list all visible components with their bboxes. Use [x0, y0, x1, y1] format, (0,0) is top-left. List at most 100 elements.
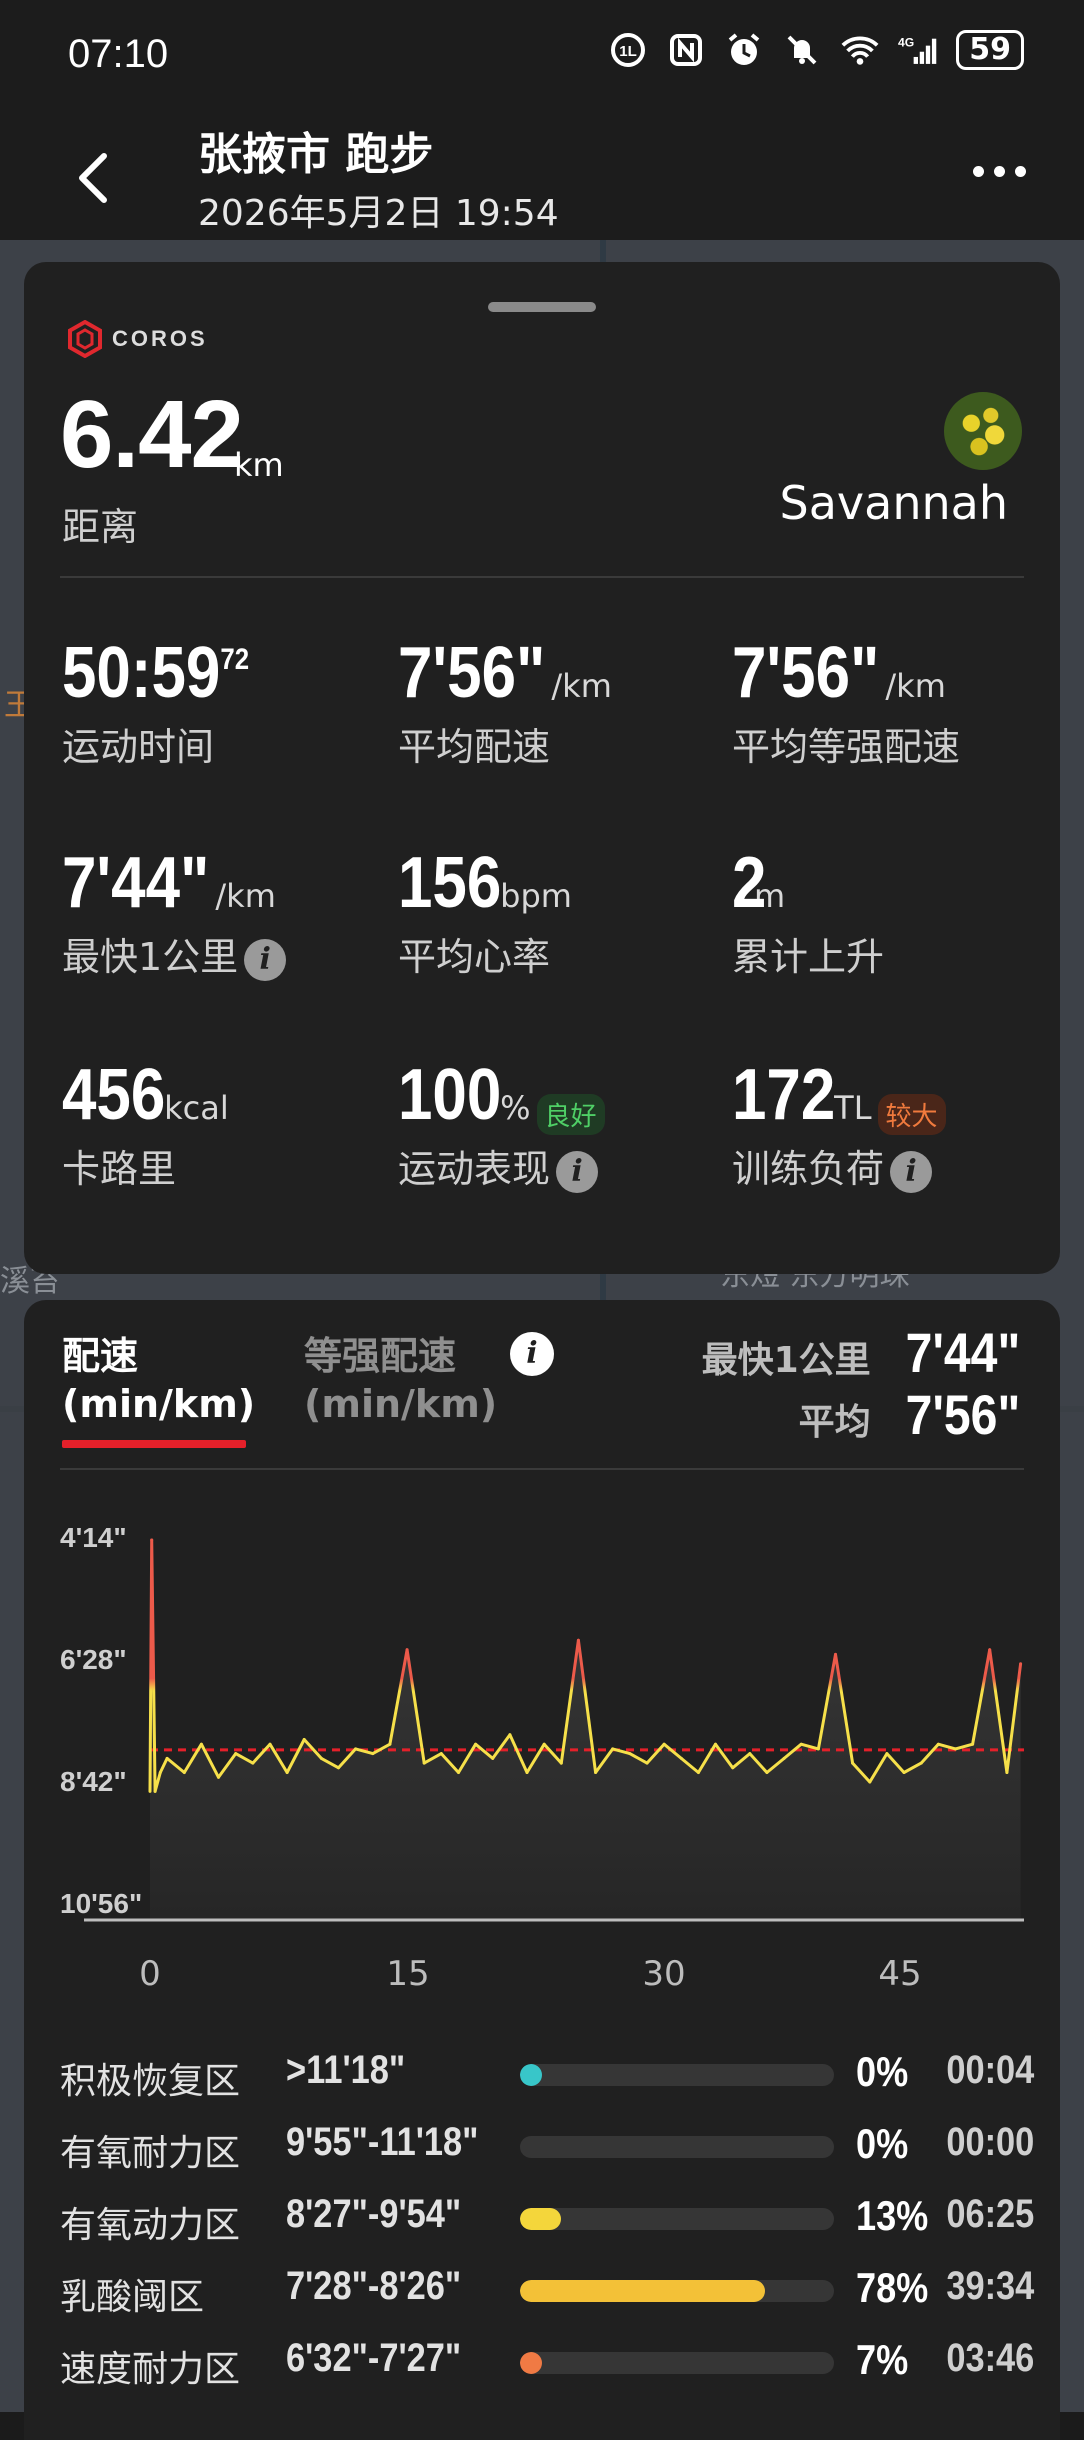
pace-point [491, 1756, 495, 1760]
tab-pace[interactable]: 配速 (min/km) [62, 1332, 255, 1428]
pace-point [457, 1771, 460, 1774]
status-icons: 1L 4G 59 [608, 30, 1024, 70]
divider [60, 576, 1024, 578]
pace-point [696, 1771, 700, 1774]
pace-point [645, 1761, 649, 1765]
back-button[interactable] [66, 148, 126, 208]
zone-row: 速度耐力区 6'32"-7'27" 7% 03:46 [60, 2336, 1050, 2390]
pace-point [628, 1752, 632, 1756]
pace-point [954, 1747, 957, 1751]
pace-point [576, 1638, 580, 1642]
alarm-icon [724, 30, 764, 70]
info-icon[interactable]: i [510, 1332, 554, 1376]
pace-point [611, 1747, 615, 1751]
metric-value: 7'44" [62, 843, 210, 923]
zone-row: 积极恢复区 >11'18" 0% 00:04 [60, 2048, 1050, 2102]
pace-point [150, 1538, 154, 1542]
pace-point [885, 1752, 889, 1756]
zone-row: 乳酸阈区 7'28"-8'26" 78% 39:34 [60, 2264, 1050, 2318]
metric-avg-grade-pace: 7'56"/km 平均等强配速 [732, 632, 960, 771]
pace-point [268, 1742, 272, 1746]
pace-point [594, 1771, 598, 1774]
tab-title: 配速 [62, 1334, 139, 1378]
status-badge: 较大 [877, 1094, 946, 1135]
more-options-button[interactable] [973, 166, 1026, 177]
mute-bell-icon [782, 30, 822, 70]
coros-hexagon-icon [68, 320, 102, 358]
x-tick-label: 15 [386, 1954, 430, 1994]
zone-range: 9'55"-11'18" [286, 2120, 479, 2164]
metric-value: 2 [732, 843, 767, 923]
metric-value: 172 [732, 1055, 836, 1135]
x-tick-label: 45 [878, 1954, 922, 1994]
metric-label: 最快1公里 i [62, 926, 287, 981]
user-name: Savannah [779, 476, 1008, 530]
pace-point [988, 1648, 992, 1652]
pace-area [150, 1540, 1021, 1920]
battery-indicator: 59 [956, 30, 1024, 70]
metric-value: 156 [398, 843, 502, 923]
active-tab-indicator [62, 1440, 246, 1448]
pace-point [679, 1756, 683, 1760]
zone-time: 39:34 [946, 2264, 1034, 2308]
metric-avg-pace: 7'56"/km 平均配速 [398, 632, 612, 771]
metric-label: 平均心率 [398, 935, 551, 979]
pace-point [748, 1752, 752, 1756]
pace-chart[interactable] [24, 1480, 1060, 1940]
zone-bar-fill [520, 2352, 542, 2374]
metric-label: 卡路里 [62, 1147, 177, 1191]
info-icon[interactable]: i [556, 1150, 599, 1193]
status-time: 07:10 [68, 32, 169, 76]
pace-point [199, 1742, 203, 1746]
info-icon[interactable]: i [890, 1150, 933, 1193]
zone-name: 有氧耐力区 [60, 2133, 241, 2174]
pace-point [285, 1771, 289, 1774]
pace-point [405, 1648, 409, 1652]
zone-name: 有氧动力区 [60, 2205, 241, 2246]
pace-point [182, 1771, 186, 1774]
tab-unit: (min/km) [62, 1382, 256, 1426]
more-dot-icon [973, 166, 984, 177]
metric-label: 平均配速 [398, 725, 551, 769]
zone-bar-fill [520, 2208, 561, 2230]
zone-time: 00:04 [946, 2048, 1034, 2092]
metric-value: 50:5972 [62, 633, 250, 713]
app-header: 张掖市 跑步 2026年5月2日 19:54 [0, 110, 1084, 240]
metric-avg-heart-rate: 156bpm 平均心率 [398, 842, 572, 981]
pace-point [851, 1761, 855, 1765]
metric-unit: /km [885, 667, 946, 705]
metric-value: 100 [398, 1055, 502, 1135]
zone-bar-fill [520, 2280, 765, 2302]
pace-point [371, 1752, 375, 1756]
pace-point [354, 1747, 358, 1751]
pace-point [662, 1742, 666, 1746]
fastest-km-summary: 最快1公里 7'44" [702, 1320, 1020, 1385]
avatar[interactable] [944, 392, 1022, 470]
pace-point [902, 1771, 906, 1774]
page-subtitle: 2026年5月2日 19:54 [198, 193, 559, 234]
average-pace-summary: 平均 7'56" [799, 1382, 1020, 1447]
zone-bar [520, 2136, 834, 2158]
zone-percent: 78% [856, 2264, 929, 2311]
pace-point [816, 1747, 820, 1751]
pace-analysis-card: 配速 (min/km) 等强配速 (min/km) i 最快1公里 7'44" 平… [24, 1300, 1060, 2440]
metric-unit: /km [551, 667, 612, 705]
zone-range: 7'28"-8'26" [286, 2264, 462, 2308]
drag-handle[interactable] [488, 302, 596, 312]
svg-text:1L: 1L [619, 43, 637, 60]
metric-elevation-gain: 2m 累计上升 [732, 842, 884, 981]
tab-grade-adjusted-pace[interactable]: 等强配速 (min/km) [304, 1332, 497, 1428]
hd-icon: 1L [608, 30, 648, 70]
zone-bar [520, 2280, 834, 2302]
pace-point [782, 1756, 786, 1760]
zone-percent: 0% [856, 2048, 909, 2095]
x-tick-label: 0 [139, 1954, 161, 1994]
info-icon[interactable]: i [244, 938, 287, 981]
zone-name: 积极恢复区 [60, 2061, 241, 2102]
zone-percent: 0% [856, 2120, 909, 2167]
metric-label: 运动表现 i [398, 1138, 605, 1193]
metric-value: 7'56" [398, 633, 546, 713]
pace-point [936, 1742, 940, 1746]
signal-icon: 4G [898, 30, 938, 70]
metric-unit: bpm [500, 877, 572, 915]
